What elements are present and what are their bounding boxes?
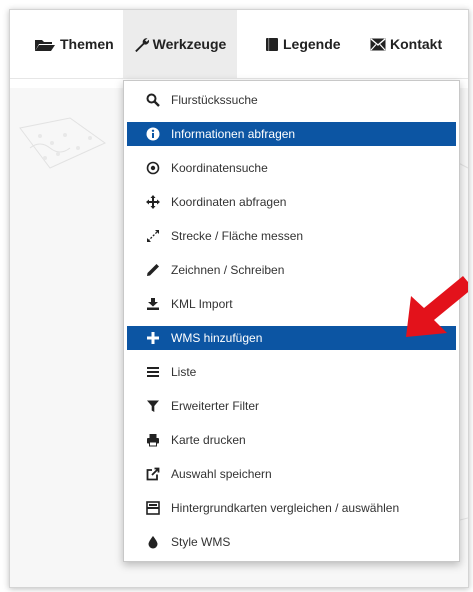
list-icon (145, 365, 160, 380)
import-icon (145, 297, 160, 312)
move-arrows-icon (145, 195, 160, 210)
menu-item-auswahl-speichern[interactable]: Auswahl speichern (124, 457, 459, 491)
menu-item-label: Karte drucken (171, 433, 246, 447)
menu-item-label: Koordinatensuche (171, 161, 268, 175)
nav-legende-label: Legende (283, 36, 341, 52)
wrench-icon (134, 37, 149, 52)
menu-item-label: Erweiterter Filter (171, 399, 260, 413)
menu-item-koordinaten-abfragen[interactable]: Koordinaten abfragen (124, 185, 459, 219)
app-window: Themen Werkzeuge Legende Kontakt Flurstü… (9, 9, 469, 588)
nav-werkzeuge-label: Werkzeuge (152, 36, 227, 52)
measure-diagonal-icon (145, 229, 160, 244)
menu-item-hintergrundkarten-vergleichen[interactable]: Hintergrundkarten vergleichen / auswähle… (124, 491, 459, 525)
menu-item-label: Strecke / Fläche messen (171, 229, 304, 243)
book-icon (265, 37, 279, 52)
menu-item-flurstueckssuche[interactable]: Flurstückssuche (124, 83, 459, 117)
folder-open-icon (34, 37, 56, 52)
menu-item-label: Zeichnen / Schreiben (171, 263, 285, 277)
print-icon (145, 433, 160, 448)
nav-kontakt-label: Kontakt (390, 36, 443, 52)
menu-item-label: KML Import (171, 297, 233, 311)
menu-item-label: Informationen abfragen (171, 127, 296, 141)
menu-item-label: Hintergrundkarten vergleichen / auswähle… (171, 501, 400, 515)
nav-kontakt[interactable]: Kontakt (370, 10, 442, 78)
menu-item-liste[interactable]: Liste (124, 355, 459, 389)
menu-item-label: Liste (171, 365, 197, 379)
filter-icon (145, 399, 160, 414)
search-icon (145, 93, 160, 108)
envelope-icon (370, 37, 386, 51)
menu-item-strecke-flaeche-messen[interactable]: Strecke / Fläche messen (124, 219, 459, 253)
menu-item-label: Style WMS (171, 535, 231, 549)
menu-item-label: WMS hinzufügen (171, 331, 263, 345)
nav-themen[interactable]: Themen (32, 10, 116, 78)
plus-icon (145, 331, 160, 346)
red-arrow-annotation (406, 276, 468, 337)
menu-item-label: Koordinaten abfragen (171, 195, 287, 209)
drop-icon (145, 535, 160, 550)
pencil-icon (145, 263, 160, 278)
menu-item-informationen-abfragen[interactable]: Informationen abfragen (127, 122, 456, 146)
menu-item-label: Auswahl speichern (171, 467, 272, 481)
menu-item-karte-drucken[interactable]: Karte drucken (124, 423, 459, 457)
nav-legende[interactable]: Legende (265, 10, 341, 78)
menu-item-erweiterter-filter[interactable]: Erweiterter Filter (124, 389, 459, 423)
top-navbar: Themen Werkzeuge Legende Kontakt (10, 10, 468, 79)
compare-layout-icon (145, 501, 160, 516)
nav-themen-label: Themen (60, 36, 114, 52)
menu-item-style-wms[interactable]: Style WMS (124, 525, 459, 559)
info-circle-icon (145, 127, 160, 142)
menu-item-koordinatensuche[interactable]: Koordinatensuche (124, 151, 459, 185)
nav-werkzeuge[interactable]: Werkzeuge (123, 10, 237, 78)
crosshair-icon (145, 161, 160, 176)
menu-item-label: Flurstückssuche (171, 93, 258, 107)
share-icon (145, 467, 160, 482)
